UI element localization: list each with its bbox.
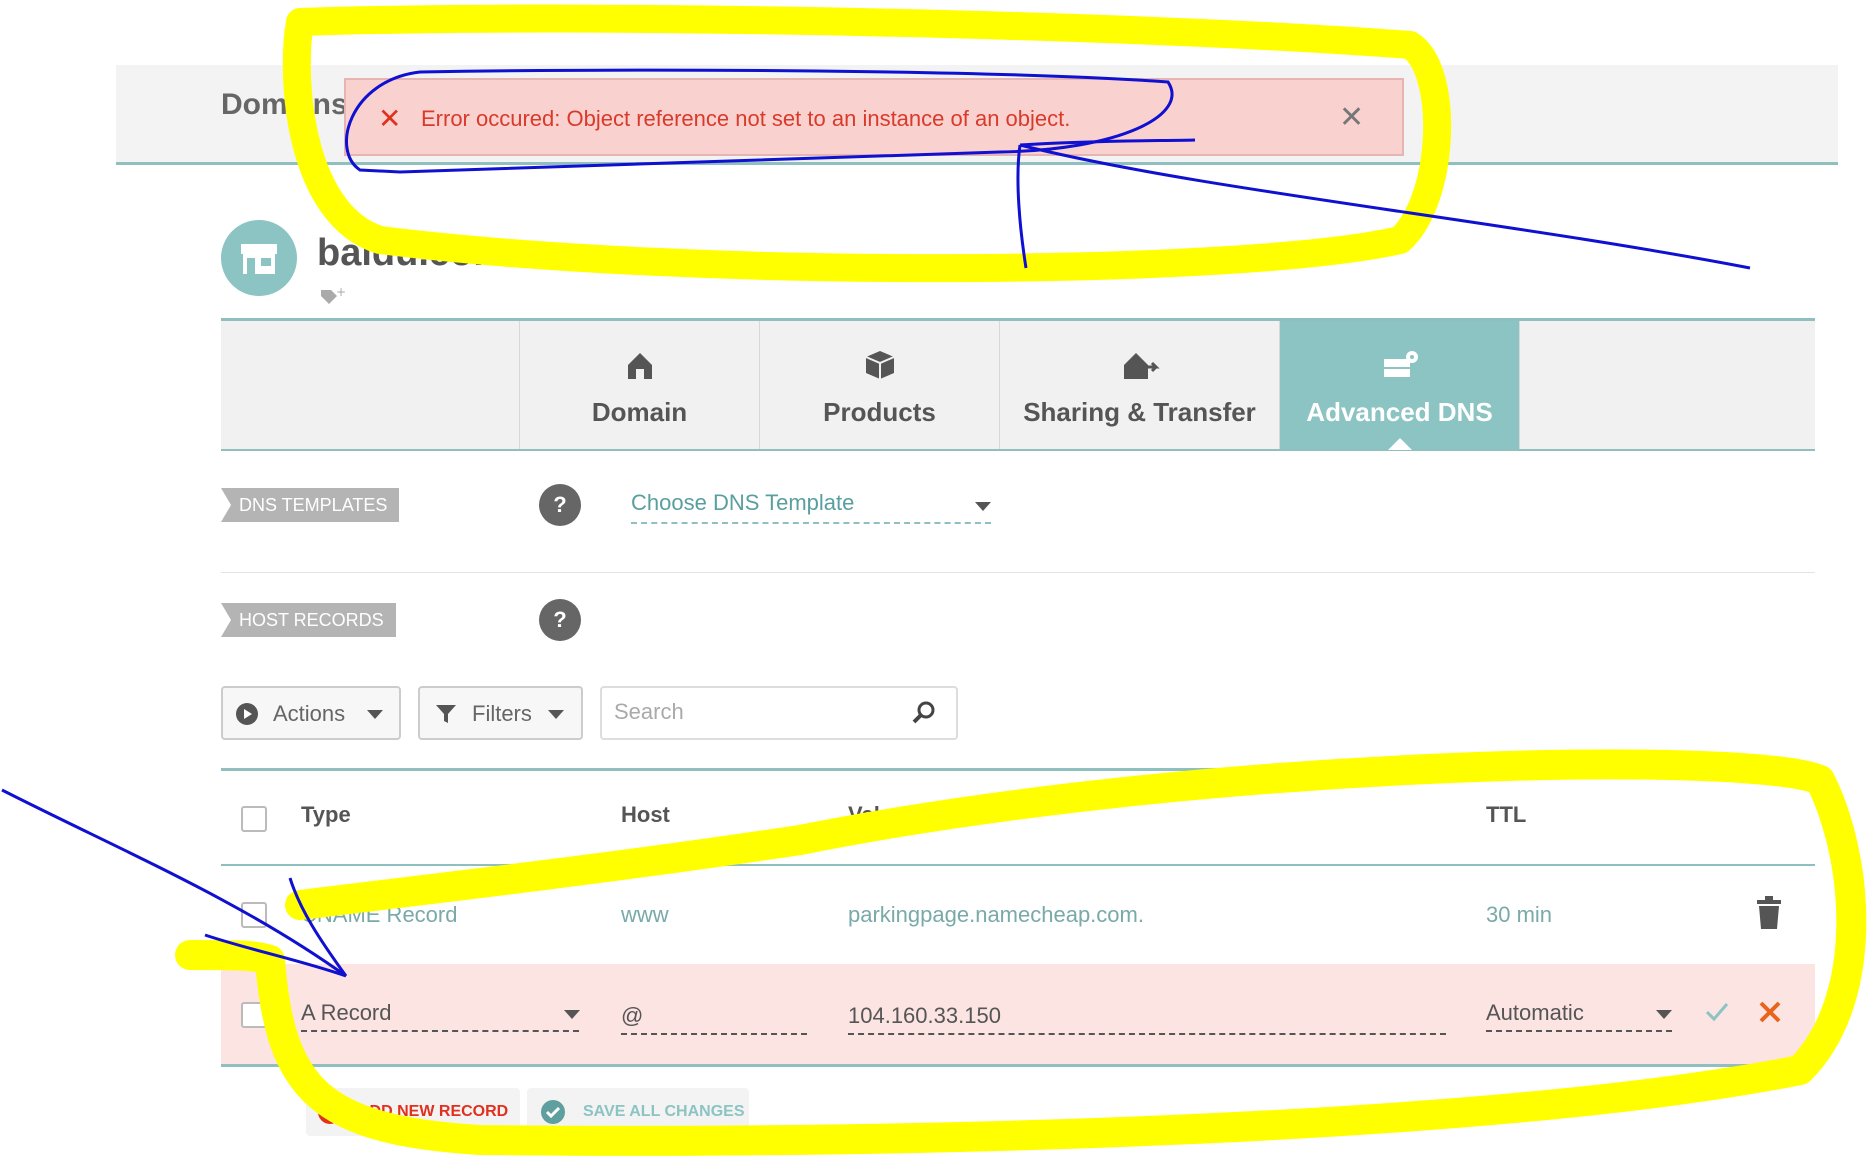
column-header-type[interactable]: Type xyxy=(301,802,351,828)
ttl-value: Automatic xyxy=(1486,1000,1584,1025)
trash-icon[interactable] xyxy=(1755,896,1783,930)
tab-advanced-dns[interactable]: Advanced DNS xyxy=(1279,321,1519,449)
add-new-record-label: ADD NEW RECORD xyxy=(358,1103,509,1120)
storefront-icon xyxy=(221,220,297,296)
dns-template-select[interactable]: Choose DNS Template xyxy=(631,490,991,524)
help-icon[interactable]: ? xyxy=(539,599,581,641)
record-type[interactable]: CNAME Record xyxy=(301,902,457,928)
house-icon xyxy=(627,353,652,379)
tab-products[interactable]: Products xyxy=(759,321,999,449)
chevron-down-icon xyxy=(975,502,991,511)
close-icon[interactable]: ✕ xyxy=(1339,103,1364,133)
add-tag-icon[interactable]: + xyxy=(319,285,346,313)
value-field[interactable]: 104.160.33.150 xyxy=(848,1003,1446,1035)
record-type-value: A Record xyxy=(301,1000,392,1025)
column-header-host[interactable]: Host xyxy=(621,802,670,828)
host-value: @ xyxy=(621,1003,644,1028)
tab-label: Advanced DNS xyxy=(1306,397,1493,427)
host-field[interactable]: @ xyxy=(621,1003,807,1035)
tab-sharing-transfer[interactable]: Sharing & Transfer xyxy=(999,321,1279,449)
table-top-border xyxy=(221,768,1815,771)
row-checkbox[interactable] xyxy=(241,1002,267,1028)
search-icon[interactable] xyxy=(910,699,938,727)
column-header-ttl[interactable]: TTL xyxy=(1486,802,1526,828)
chevron-down-icon xyxy=(564,1010,580,1019)
record-type-select[interactable]: A Record xyxy=(301,1000,579,1032)
column-header-value[interactable]: Value xyxy=(848,802,905,828)
error-x-icon: ✕ xyxy=(378,103,402,134)
domain-title: baidu.com.se xyxy=(317,232,560,274)
tab-label: Products xyxy=(823,397,936,427)
actions-label: Actions xyxy=(273,701,346,726)
box-icon xyxy=(865,351,894,379)
breadcrumb[interactable]: Domains xyxy=(221,88,348,122)
error-message: Error occured: Object reference not set … xyxy=(421,106,1071,131)
chevron-down-icon xyxy=(1656,1010,1672,1019)
dns-template-placeholder: Choose DNS Template xyxy=(631,490,855,515)
check-icon[interactable] xyxy=(1704,1000,1730,1024)
actions-button[interactable]: Actions xyxy=(221,686,401,740)
tab-label: Domain xyxy=(591,397,688,427)
section-label-host-records: HOST RECORDS xyxy=(221,603,396,637)
ttl-select[interactable]: Automatic xyxy=(1486,1000,1672,1032)
filters-button[interactable]: Filters xyxy=(418,686,583,740)
help-icon[interactable]: ? xyxy=(539,484,581,526)
check-circle-icon xyxy=(541,1100,565,1124)
tab-divider xyxy=(1519,321,1520,449)
server-gear-icon xyxy=(1383,351,1418,377)
filters-label: Filters xyxy=(472,701,532,726)
svg-text:+: + xyxy=(336,286,345,299)
select-all-checkbox[interactable] xyxy=(241,806,267,832)
cancel-x-icon[interactable] xyxy=(1758,1000,1782,1024)
tab-label: Sharing & Transfer xyxy=(1023,397,1256,427)
section-divider xyxy=(221,572,1815,573)
tab-bar: Domain Products Sharing & Transfer Advan… xyxy=(221,318,1815,451)
section-label-dns-templates: DNS TEMPLATES xyxy=(221,488,400,522)
row-checkbox[interactable] xyxy=(241,902,267,928)
header-divider xyxy=(221,864,1815,866)
record-host[interactable]: www xyxy=(621,902,669,928)
active-tab-caret xyxy=(1388,438,1412,450)
save-all-changes-label: SAVE ALL CHANGES xyxy=(583,1103,745,1120)
record-value[interactable]: parkingpage.namecheap.com. xyxy=(848,902,1144,928)
chevron-down-icon xyxy=(548,710,564,719)
table-bottom-border xyxy=(221,1064,1815,1067)
chevron-down-icon xyxy=(367,710,383,719)
filter-icon xyxy=(436,705,456,723)
tab-domain[interactable]: Domain xyxy=(519,321,759,449)
add-new-record-button[interactable]: ADD NEW RECORD xyxy=(306,1088,520,1136)
blue-arrow-records xyxy=(1,788,348,978)
record-ttl[interactable]: 30 min xyxy=(1486,902,1552,928)
save-all-changes-button[interactable]: SAVE ALL CHANGES xyxy=(527,1088,749,1136)
search-placeholder: Search xyxy=(614,699,684,724)
value-value: 104.160.33.150 xyxy=(848,1003,1001,1028)
play-circle-icon xyxy=(236,703,258,725)
house-arrow-icon xyxy=(1123,353,1160,379)
plus-circle-icon xyxy=(318,1100,342,1124)
yellow-highlight-records xyxy=(175,749,1867,1156)
